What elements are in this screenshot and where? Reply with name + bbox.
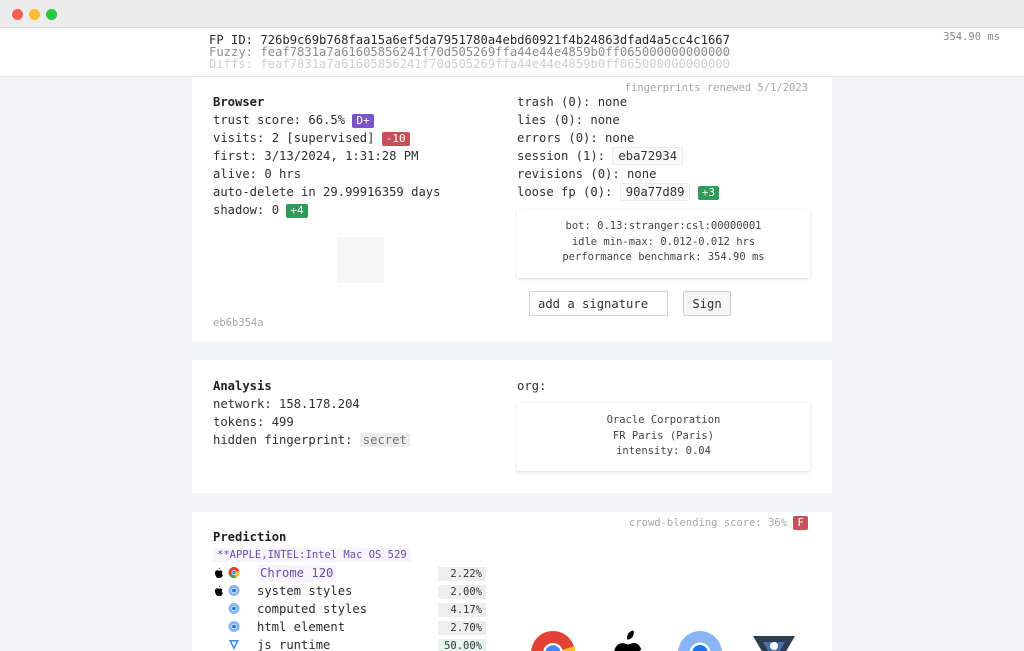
org-name: Oracle Corporation xyxy=(606,414,721,426)
auto-delete: auto-delete in 29.99916359 days xyxy=(213,185,441,199)
prediction-pct: 50.00% xyxy=(438,639,486,651)
session: session (1): eba72934 xyxy=(517,147,684,165)
bot-info-box: bot: 0.13:stranger:csl:00000001 idle min… xyxy=(517,209,810,278)
crowd-blending: crowd-blending score: 36% F xyxy=(629,514,808,532)
chromium-icon xyxy=(228,603,240,614)
revisions: revisions (0): none xyxy=(517,167,657,181)
analysis-title: Analysis xyxy=(213,379,272,393)
crowd-grade-badge: F xyxy=(793,516,808,530)
alive: alive: 0 hrs xyxy=(213,167,302,181)
visits-delta-badge: -10 xyxy=(381,132,410,146)
signature-input[interactable] xyxy=(529,291,668,316)
hidden-fingerprint-label: hidden fingerprint: xyxy=(213,433,353,447)
session-id: eba72934 xyxy=(612,147,684,165)
errors: errors (0): none xyxy=(517,131,635,145)
browser-hash: eb6b354a xyxy=(213,317,264,329)
chrome-icon xyxy=(228,567,240,579)
prediction-label: js runtime xyxy=(257,638,331,651)
diffs-hash: Diffs: feaf7831a7a61605856241f70d505269f… xyxy=(209,57,730,71)
org-label: org: xyxy=(517,379,547,393)
shadow: shadow: 0 +4 xyxy=(213,201,308,219)
visits-label: visits: 2 [supervised] xyxy=(213,131,375,145)
trash: trash (0): none xyxy=(517,95,628,109)
close-window-button[interactable] xyxy=(12,9,23,20)
shadow-delta-badge: +4 xyxy=(286,204,308,218)
hidden-fingerprint-value: secret xyxy=(359,433,410,447)
hidden-fingerprint: hidden fingerprint: secret xyxy=(213,431,410,449)
first-seen: first: 3/13/2024, 1:31:28 PM xyxy=(213,149,419,163)
fingerprint-header: FP ID: 726b9c69b768faa15a6ef5da7951780a4… xyxy=(0,28,1024,77)
timing: 354.90 ms xyxy=(943,31,1000,43)
renewed-note: fingerprints renewed 5/1/2023 xyxy=(624,82,808,94)
browser-title: Browser xyxy=(213,95,265,109)
fingerprint-image-placeholder xyxy=(337,237,384,283)
apple-icon xyxy=(215,567,223,578)
trust-grade-badge: D+ xyxy=(352,114,374,128)
prediction-card: crowd-blending score: 36% F Prediction *… xyxy=(192,512,832,651)
v8-icon xyxy=(229,640,239,650)
prediction-pct: 2.00% xyxy=(438,585,486,599)
benchmark-line: performance benchmark: 354.90 ms xyxy=(562,251,765,263)
prediction-title: Prediction xyxy=(213,530,287,544)
shadow-label: shadow: 0 xyxy=(213,203,280,217)
bot-line: bot: 0.13:stranger:csl:00000001 xyxy=(565,220,762,232)
sign-button[interactable]: Sign xyxy=(683,291,731,316)
browser-card: fingerprints renewed 5/1/2023 Browser tr… xyxy=(192,77,832,342)
prediction-pct: 2.22% xyxy=(438,567,486,581)
chromium-icon xyxy=(228,621,240,632)
org-info-box: Oracle Corporation FR Paris (Paris) inte… xyxy=(517,403,810,471)
trust-score: trust score: 66.5% D+ xyxy=(213,111,374,129)
loose-fp-id: 90a77d89 xyxy=(619,183,691,201)
prediction-label: Chrome 120 xyxy=(257,565,337,582)
prediction-pct: 4.17% xyxy=(438,603,486,617)
org-location: FR Paris (Paris) xyxy=(612,429,715,442)
trust-score-label: trust score: 66.5% xyxy=(213,113,346,127)
prediction-label: html element xyxy=(257,620,346,634)
maximize-window-button[interactable] xyxy=(46,9,57,20)
apple-icon xyxy=(215,585,223,596)
apple-icon xyxy=(614,630,642,651)
analysis-card: Analysis network: 158.178.204 tokens: 49… xyxy=(192,360,832,493)
loose-fp-label: loose fp (0): xyxy=(517,185,613,199)
org-intensity: intensity: 0.04 xyxy=(616,445,711,457)
loose-fp: loose fp (0): 90a77d89 +3 xyxy=(517,183,720,201)
crowd-blending-label: crowd-blending score: 36% xyxy=(629,517,788,529)
prediction-label: computed styles xyxy=(257,602,368,616)
tokens: tokens: 499 xyxy=(213,415,294,429)
idle-line: idle min-max: 0.012-0.012 hrs xyxy=(571,235,756,248)
window-titlebar xyxy=(0,0,1024,28)
visits: visits: 2 [supervised] -10 xyxy=(213,129,410,147)
os-tag: **APPLE,INTEL:Intel Mac OS 529 xyxy=(213,548,411,562)
minimize-window-button[interactable] xyxy=(29,9,40,20)
network: network: 158.178.204 xyxy=(213,397,360,411)
lies: lies (0): none xyxy=(517,113,620,127)
chromium-icon xyxy=(678,631,722,651)
chrome-icon xyxy=(531,631,576,651)
prediction-pct: 2.70% xyxy=(438,621,486,635)
session-label: session (1): xyxy=(517,149,606,163)
chromium-icon xyxy=(228,585,240,596)
loose-fp-delta-badge: +3 xyxy=(697,186,720,200)
prediction-label: system styles xyxy=(257,584,353,598)
v8-icon xyxy=(753,636,795,651)
